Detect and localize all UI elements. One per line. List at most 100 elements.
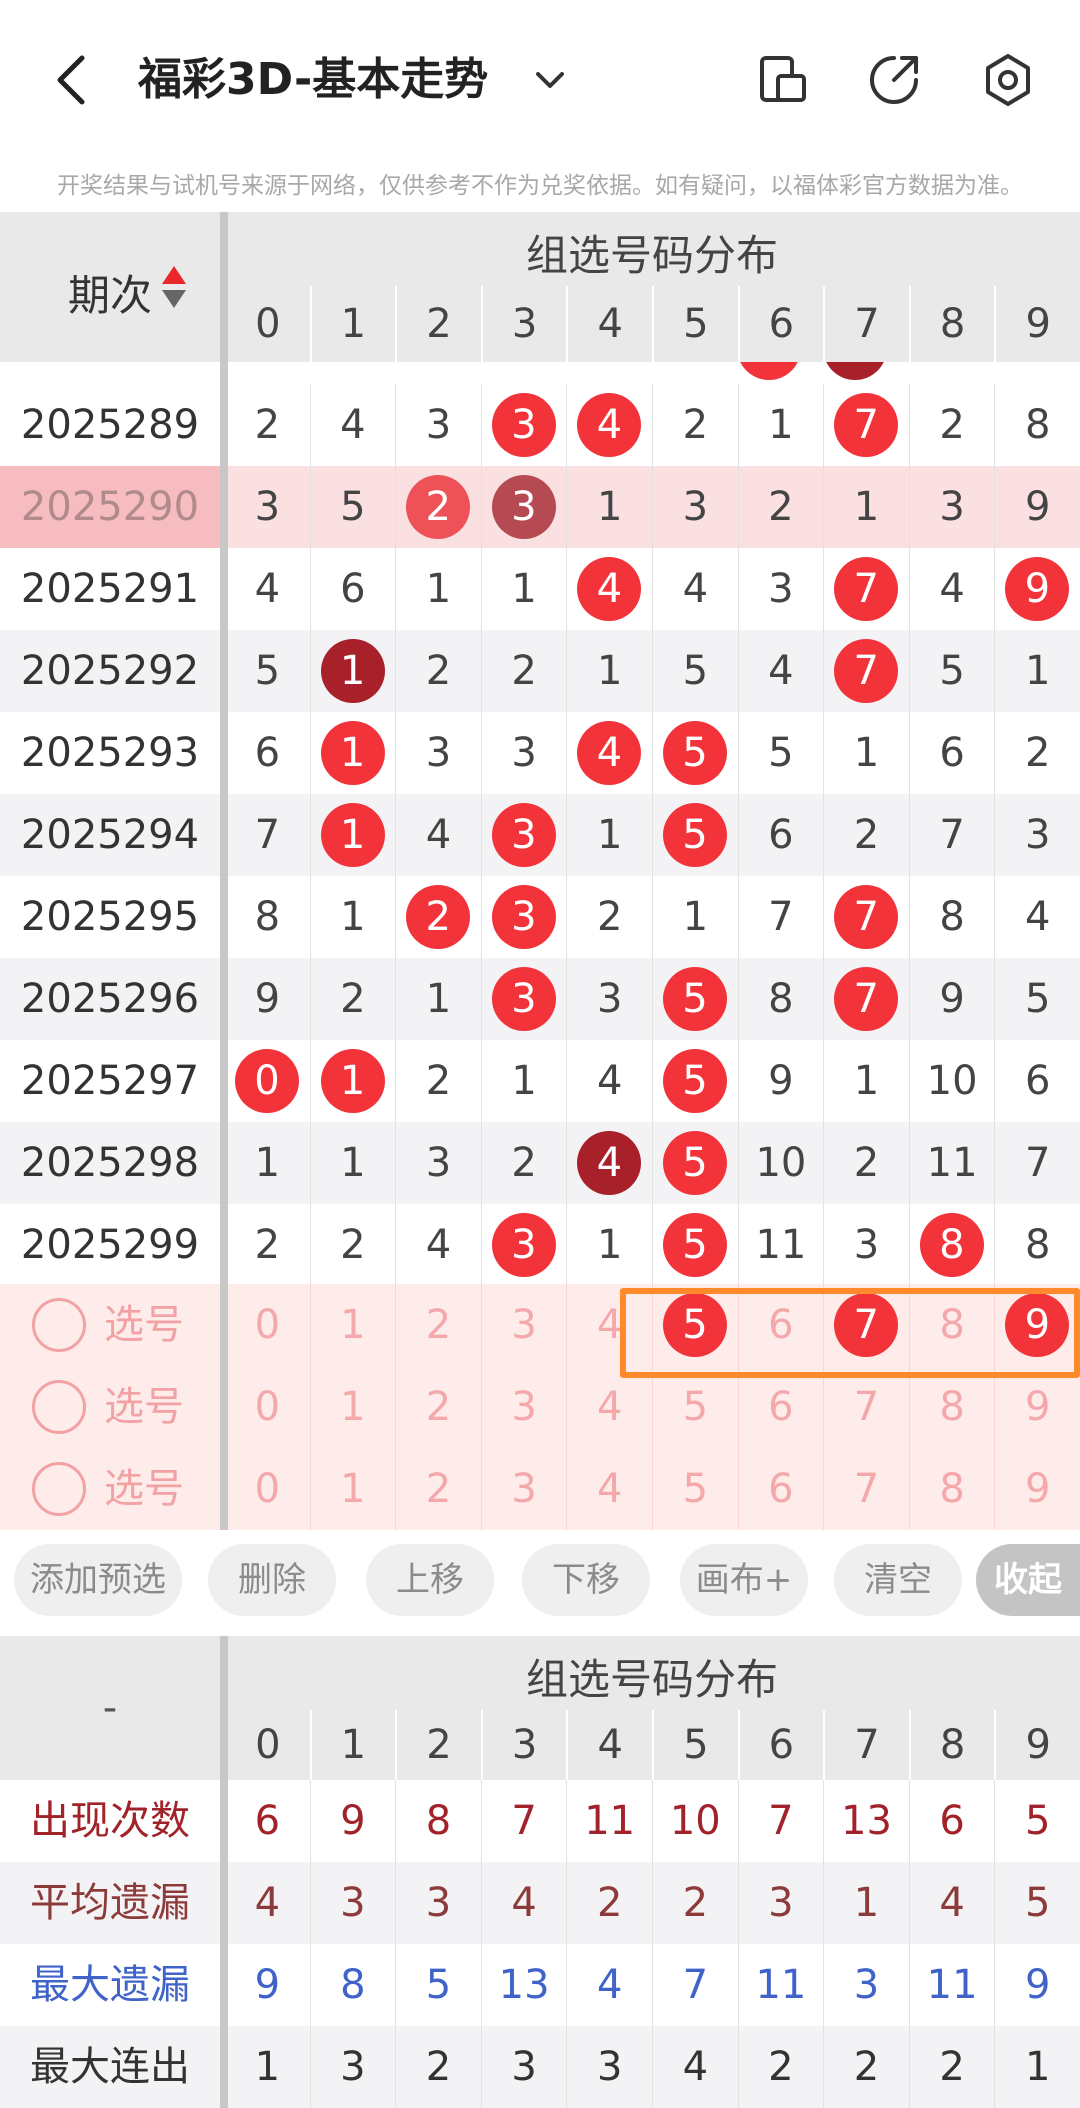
digit-cell-5[interactable]: 5 <box>652 1122 738 1204</box>
digit-cell-2[interactable]: 3 <box>395 712 481 794</box>
period-column-header[interactable]: 期次 <box>0 212 224 362</box>
digit-cell-3[interactable]: 1 <box>480 548 567 630</box>
digit-cell-2[interactable]: 3 <box>395 1122 481 1204</box>
digit-cell-2[interactable]: 1 <box>395 958 481 1040</box>
page-title[interactable]: 福彩3D-基本走势 <box>138 52 488 108</box>
digit-cell-6[interactable]: 3 <box>737 548 824 630</box>
pick-digit-7[interactable]: 7 <box>823 1448 909 1530</box>
digit-cell-5[interactable]: 5 <box>652 958 738 1040</box>
digit-cell-5[interactable]: 5 <box>652 712 738 794</box>
digit-cell-3[interactable]: 3 <box>480 466 567 548</box>
pick-digit-3[interactable]: 3 <box>480 1284 567 1366</box>
pick-digit-6[interactable]: 6 <box>737 1448 824 1530</box>
digit-cell-6[interactable]: 5 <box>737 712 824 794</box>
digit-cell-9[interactable]: 3 <box>994 794 1080 876</box>
settings-icon[interactable] <box>980 52 1036 108</box>
digit-cell-5[interactable]: 5 <box>652 1204 738 1286</box>
digit-cell-2[interactable]: 3 <box>395 384 481 466</box>
digit-cell-3[interactable]: 1 <box>480 1040 567 1122</box>
digit-cell-2[interactable]: 4 <box>395 794 481 876</box>
pick-digit-8[interactable]: 8 <box>908 1448 995 1530</box>
pick-digit-0[interactable]: 0 <box>224 1366 310 1448</box>
digit-cell-3[interactable]: 3 <box>480 1204 567 1286</box>
digit-cell-0[interactable]: 6 <box>224 712 310 794</box>
digit-cell-9[interactable]: 2 <box>994 712 1080 794</box>
digit-cell-8[interactable]: 5 <box>908 630 995 712</box>
digit-cell-0[interactable]: 5 <box>224 630 310 712</box>
digit-cell-0[interactable]: 9 <box>224 958 310 1040</box>
trend-row[interactable]: 2025299 2 2 4 3 1 5 11 3 8 8 <box>0 1204 1080 1286</box>
digit-cell-0[interactable]: 8 <box>224 876 310 958</box>
digit-cell-7[interactable]: 2 <box>823 794 909 876</box>
digit-cell-6[interactable]: 2 <box>737 466 824 548</box>
digit-cell-8[interactable]: 7 <box>908 794 995 876</box>
digit-cell-3[interactable]: 3 <box>480 384 567 466</box>
digit-cell-7[interactable]: 7 <box>823 958 909 1040</box>
digit-cell-4[interactable]: 4 <box>566 1122 652 1204</box>
trend-row[interactable]: 2025292 5 1 2 2 1 5 4 7 5 1 <box>0 630 1080 712</box>
digit-cell-0[interactable]: 7 <box>224 794 310 876</box>
chevron-down-icon[interactable] <box>530 60 570 100</box>
pick-digit-2[interactable]: 2 <box>395 1366 481 1448</box>
digit-cell-7[interactable]: 7 <box>823 548 909 630</box>
pick-digit-5[interactable]: 5 <box>652 1448 738 1530</box>
digit-cell-3[interactable]: 2 <box>480 1122 567 1204</box>
digit-cell-5[interactable]: 3 <box>652 466 738 548</box>
pick-row[interactable]: 选号 0 1 2 3 4 5 6 7 8 9 <box>0 1448 1080 1530</box>
digit-cell-4[interactable]: 4 <box>566 712 652 794</box>
digit-cell-1[interactable]: 2 <box>309 1204 396 1286</box>
digit-cell-1[interactable]: 1 <box>309 876 396 958</box>
digit-cell-9[interactable]: 8 <box>994 1204 1080 1286</box>
digit-cell-0[interactable]: 2 <box>224 1204 310 1286</box>
collapse-button[interactable]: 收起 <box>976 1544 1080 1616</box>
delete-button[interactable]: 删除 <box>208 1544 336 1616</box>
digit-cell-7[interactable]: 7 <box>823 384 909 466</box>
move-up-button[interactable]: 上移 <box>366 1544 494 1616</box>
pick-radio[interactable] <box>32 1298 86 1352</box>
trend-row[interactable]: 2025290 3 5 2 3 1 3 2 1 3 9 <box>0 466 1080 548</box>
digit-cell-0[interactable]: 3 <box>224 466 310 548</box>
trend-row[interactable]: 2025289 2 4 3 3 4 2 1 7 2 8 <box>0 384 1080 466</box>
digit-cell-6[interactable]: 4 <box>737 630 824 712</box>
digit-cell-9[interactable]: 7 <box>994 1122 1080 1204</box>
digit-cell-9[interactable]: 5 <box>994 958 1080 1040</box>
digit-cell-4[interactable]: 4 <box>566 548 652 630</box>
digit-cell-7[interactable]: 3 <box>823 1204 909 1286</box>
digit-cell-9[interactable]: 4 <box>994 876 1080 958</box>
digit-cell-7[interactable]: 2 <box>823 1122 909 1204</box>
digit-cell-8[interactable]: 6 <box>908 712 995 794</box>
digit-cell-9[interactable]: 8 <box>994 384 1080 466</box>
digit-cell-0[interactable]: 0 <box>224 1040 310 1122</box>
digit-cell-9[interactable]: 9 <box>994 548 1080 630</box>
clear-button[interactable]: 清空 <box>834 1544 962 1616</box>
pick-digit-4[interactable]: 4 <box>566 1448 652 1530</box>
pick-digit-1[interactable]: 1 <box>309 1366 396 1448</box>
trend-row[interactable]: 2025298 1 1 3 2 4 5 10 2 11 7 <box>0 1122 1080 1204</box>
digit-cell-4[interactable]: 1 <box>566 466 652 548</box>
digit-cell-7[interactable]: 1 <box>823 1040 909 1122</box>
digit-cell-1[interactable]: 4 <box>309 384 396 466</box>
digit-cell-4[interactable]: 1 <box>566 794 652 876</box>
digit-cell-3[interactable]: 3 <box>480 794 567 876</box>
digit-cell-4[interactable]: 3 <box>566 958 652 1040</box>
digit-cell-7[interactable]: 1 <box>823 466 909 548</box>
pick-digit-8[interactable]: 8 <box>908 1366 995 1448</box>
digit-cell-4[interactable]: 2 <box>566 876 652 958</box>
digit-cell-5[interactable]: 1 <box>652 876 738 958</box>
canvas-plus-button[interactable]: 画布+ <box>680 1544 808 1616</box>
digit-cell-6[interactable]: 6 <box>737 794 824 876</box>
digit-cell-5[interactable]: 5 <box>652 794 738 876</box>
digit-cell-1[interactable]: 5 <box>309 466 396 548</box>
trend-row[interactable]: 2025291 4 6 1 1 4 4 3 7 4 9 <box>0 548 1080 630</box>
back-arrow-icon[interactable] <box>48 52 98 108</box>
digit-cell-9[interactable]: 9 <box>994 466 1080 548</box>
digit-cell-2[interactable]: 2 <box>395 1040 481 1122</box>
layout-switch-icon[interactable] <box>756 52 812 108</box>
trend-row[interactable]: 2025293 6 1 3 3 4 5 5 1 6 2 <box>0 712 1080 794</box>
pick-digit-3[interactable]: 3 <box>480 1448 567 1530</box>
digit-cell-4[interactable]: 1 <box>566 630 652 712</box>
digit-cell-9[interactable]: 6 <box>994 1040 1080 1122</box>
pick-row[interactable]: 选号 0 1 2 3 4 5 6 7 8 9 <box>0 1366 1080 1448</box>
pick-digit-1[interactable]: 1 <box>309 1284 396 1366</box>
digit-cell-0[interactable]: 1 <box>224 1122 310 1204</box>
